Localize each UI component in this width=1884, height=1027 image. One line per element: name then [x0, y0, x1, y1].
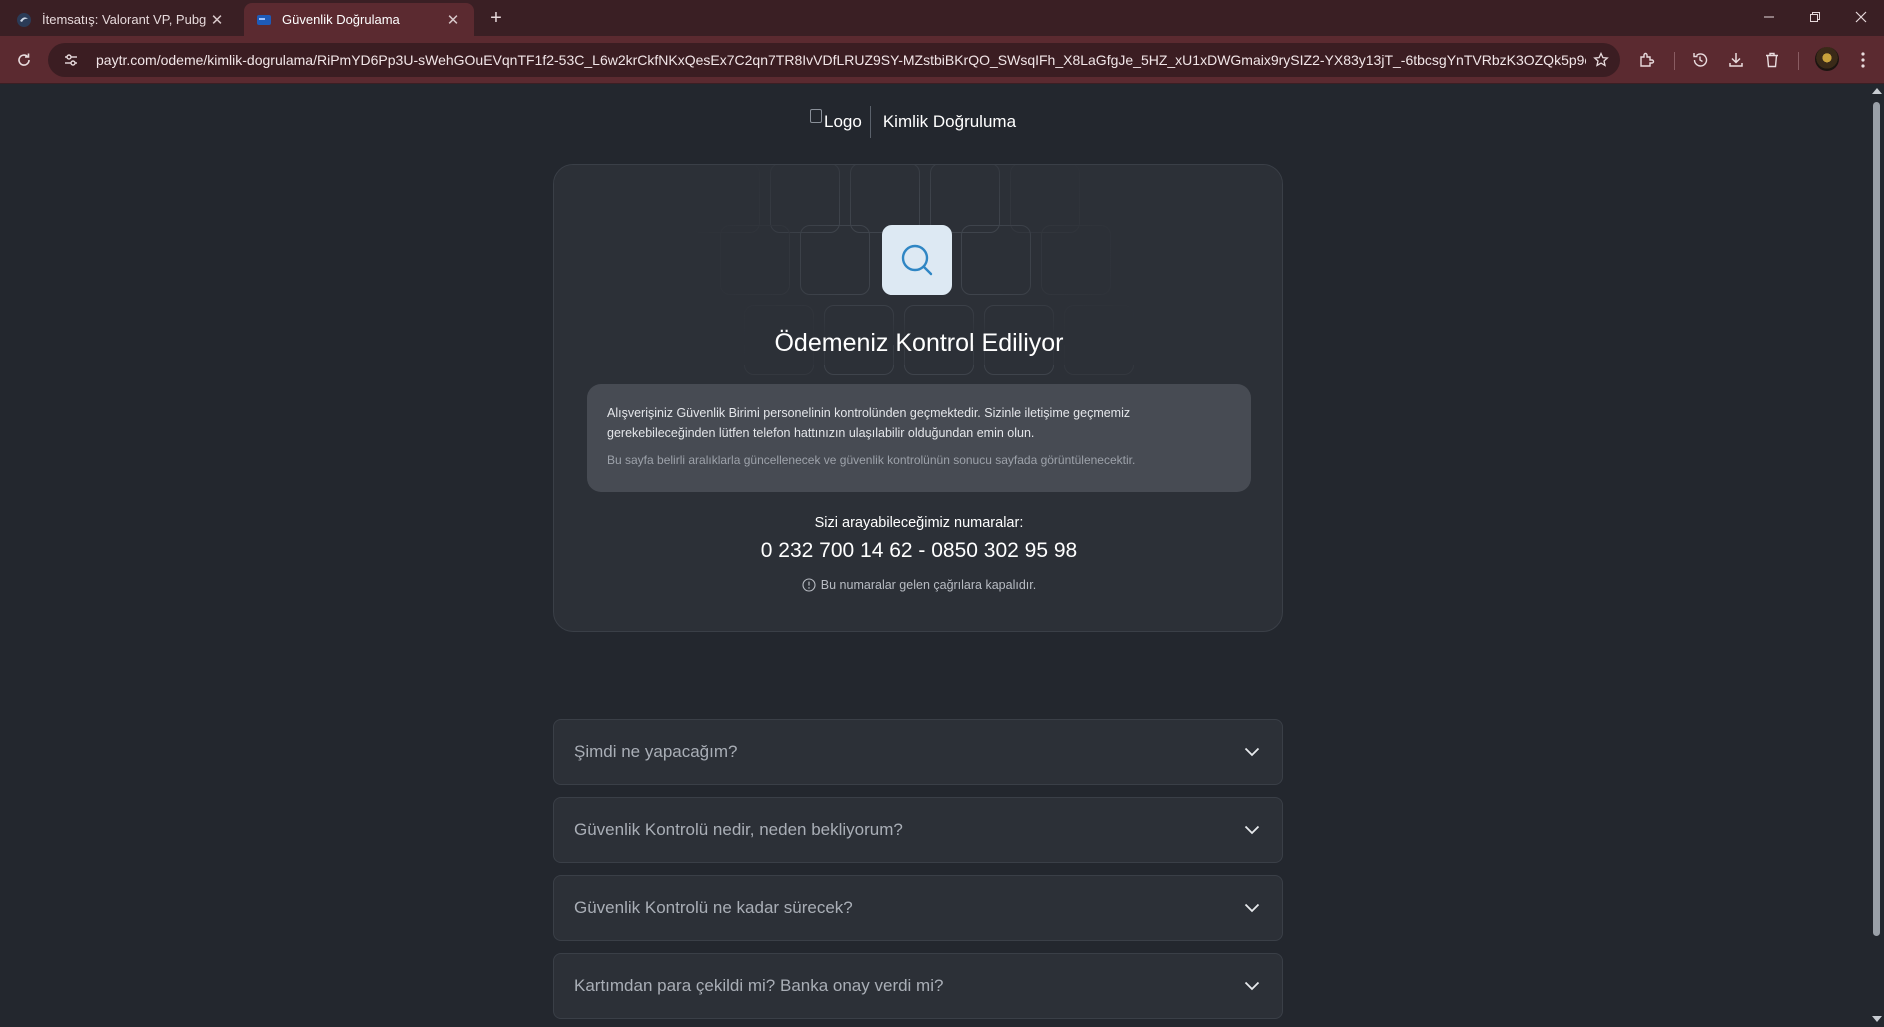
tab-strip: İtemsatış: Valorant VP, Pubg Mo ✕ Güvenl… — [0, 0, 1884, 36]
broken-image-icon — [810, 109, 822, 123]
scroll-down-arrow-icon[interactable] — [1872, 1016, 1882, 1022]
new-tab-button[interactable]: + — [484, 6, 508, 30]
star-icon — [1593, 52, 1609, 67]
close-window-button[interactable] — [1838, 0, 1884, 34]
card-title: Ödemeniz Kontrol Ediliyor — [774, 329, 1064, 357]
toolbar-separator — [1798, 52, 1799, 70]
faq-question: Şimdi ne yapacağım? — [574, 742, 738, 761]
tab-guvenlik-dogrulama[interactable]: Güvenlik Doğrulama ✕ — [244, 3, 474, 36]
tune-icon — [65, 54, 77, 66]
grid-tile — [800, 225, 870, 295]
itemsatis-favicon-icon — [17, 12, 31, 27]
logo-alt-text: Logo — [824, 112, 862, 131]
grid-tile — [1041, 225, 1111, 295]
scroll-thumb[interactable] — [1873, 102, 1880, 936]
grid-tile — [770, 165, 840, 233]
tab-close-icon[interactable]: ✕ — [208, 11, 226, 29]
kebab-menu-icon — [1861, 52, 1865, 68]
history-icon — [1693, 53, 1708, 67]
trash-icon — [1766, 52, 1778, 68]
numbers-label: Sizi arayabileceğimiz numaralar: — [814, 515, 1024, 531]
tab-title: İtemsatış: Valorant VP, Pubg Mo — [42, 12, 208, 27]
download-icon — [1729, 53, 1743, 67]
faq-item[interactable]: Kartımdan para çekildi mi? Banka onay ve… — [553, 953, 1283, 1019]
grid-tile — [1010, 165, 1080, 233]
tab-title: Güvenlik Doğrulama — [282, 12, 400, 27]
chevron-down-icon — [1242, 976, 1262, 996]
grid-tile — [961, 225, 1031, 295]
phone-numbers: 0 232 700 14 62 - 0850 302 95 98 — [760, 539, 1078, 562]
history-button[interactable] — [1688, 48, 1712, 72]
profile-avatar[interactable] — [1815, 47, 1839, 71]
minimize-icon — [1764, 16, 1774, 18]
toolbar-separator — [1674, 52, 1675, 70]
info-notice: Alışverişiniz Güvenlik Birimi personelin… — [587, 384, 1251, 492]
numbers-note-text: Bu numaralar gelen çağrılara kapalıdır. — [820, 578, 1037, 592]
paytr-favicon-icon — [257, 14, 271, 25]
reload-button[interactable] — [12, 48, 36, 72]
clear-data-button[interactable] — [1760, 48, 1784, 72]
grid-tile — [850, 165, 920, 233]
faq-item[interactable]: Güvenlik Kontrolü nedir, neden bekliyoru… — [553, 797, 1283, 863]
bookmark-star-button[interactable] — [1586, 45, 1616, 75]
page-scrollbar[interactable] — [1870, 84, 1884, 1027]
verification-card: Ödemeniz Kontrol Ediliyor Alışverişiniz … — [553, 164, 1283, 632]
faq-question: Kartımdan para çekildi mi? Banka onay ve… — [574, 976, 944, 995]
tab-close-icon[interactable]: ✕ — [444, 11, 462, 29]
url-text[interactable]: paytr.com/odeme/kimlik-dogrulama/RiPmYD6… — [96, 52, 1586, 68]
grid-tile — [720, 225, 790, 295]
extensions-button[interactable] — [1635, 48, 1659, 72]
tab-itemsatis[interactable]: İtemsatış: Valorant VP, Pubg Mo ✕ — [4, 3, 238, 36]
restore-icon — [1810, 12, 1820, 22]
minimize-window-button[interactable] — [1746, 0, 1792, 34]
downloads-button[interactable] — [1724, 48, 1748, 72]
address-bar[interactable]: paytr.com/odeme/kimlik-dogrulama/RiPmYD6… — [48, 43, 1620, 77]
site-settings-icon[interactable] — [60, 49, 82, 71]
close-icon — [1855, 11, 1867, 23]
grid-tile — [930, 165, 1000, 233]
logo-image: Logo — [810, 106, 871, 138]
notice-sub-text: Bu sayfa belirli aralıklarla güncellenec… — [607, 453, 1136, 467]
header-title: Kimlik Doğruluma — [882, 112, 1017, 131]
restore-window-button[interactable] — [1792, 0, 1838, 34]
search-icon — [901, 244, 933, 276]
puzzle-icon — [1640, 52, 1655, 67]
chevron-down-icon — [1242, 742, 1262, 762]
grid-tile — [690, 165, 760, 233]
browser-menu-button[interactable] — [1851, 48, 1875, 72]
search-tile — [882, 225, 952, 295]
chevron-down-icon — [1242, 898, 1262, 918]
numbers-note: Bu numaralar gelen çağrılara kapalıdır. — [554, 578, 1282, 592]
browser-toolbar: paytr.com/odeme/kimlik-dogrulama/RiPmYD6… — [0, 36, 1884, 84]
notice-main-text: Alışverişiniz Güvenlik Birimi personelin… — [607, 406, 1131, 440]
faq-item[interactable]: Şimdi ne yapacağım? — [553, 719, 1283, 785]
chevron-down-icon — [1242, 820, 1262, 840]
faq-question: Güvenlik Kontrolü ne kadar sürecek? — [574, 898, 853, 917]
page-header: Logo Kimlik Doğruluma — [810, 104, 1016, 140]
info-icon — [802, 578, 816, 592]
scroll-up-arrow-icon[interactable] — [1872, 88, 1882, 94]
faq-item[interactable]: Güvenlik Kontrolü ne kadar sürecek? — [553, 875, 1283, 941]
reload-icon — [18, 53, 30, 66]
page-viewport: Logo Kimlik Doğruluma Ödemeniz Kontrol E… — [0, 84, 1884, 1027]
faq-question: Güvenlik Kontrolü nedir, neden bekliyoru… — [574, 820, 903, 839]
